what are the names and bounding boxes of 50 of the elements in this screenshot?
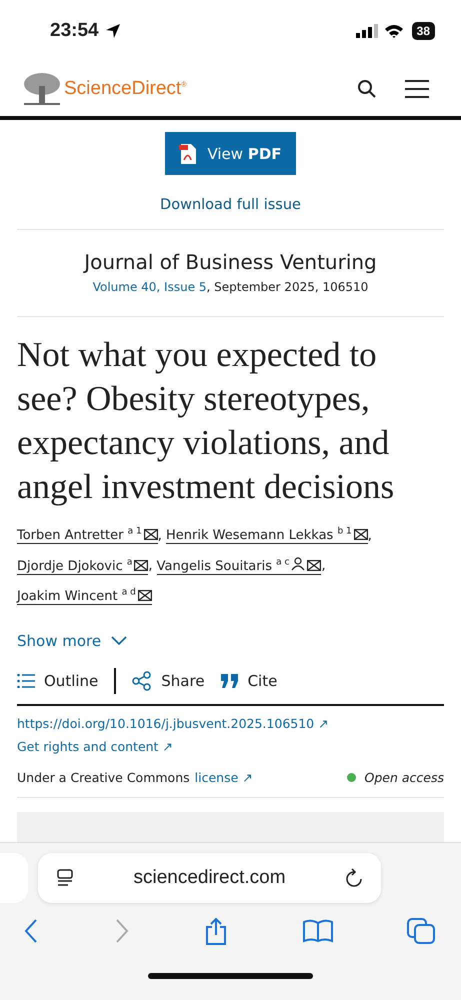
person-icon [291,556,306,571]
reader-icon [56,868,74,887]
cite-button[interactable]: Cite [220,672,278,690]
volume-link[interactable]: Volume 40, Issue 5 [92,280,207,294]
location-arrow-icon [104,23,121,39]
pdf-file-icon [179,142,198,164]
author-link[interactable]: Djordje Djokovic $^{a}$ [17,558,148,575]
email-icon [134,560,148,571]
download-issue-link[interactable]: Download full issue [160,197,301,213]
author-separator: , [158,528,162,544]
book-icon[interactable] [302,918,332,943]
list-icon [17,674,35,688]
author-separator: , [148,558,153,574]
tabs-icon[interactable] [407,918,435,944]
status-time: 23:54 [50,20,99,42]
author-separator: , [321,558,326,574]
email-icon [144,529,158,540]
doi-link[interactable]: https://doi.org/10.1016/j.jbusvent.2025.106510 ↗ [17,716,329,731]
journal-title[interactable]: Journal of Business Venturing [17,250,444,274]
address-bar[interactable]: sciencedirect.com [38,852,381,903]
show-more-link[interactable]: Show more [17,632,444,650]
author-link[interactable]: Torben Antretter $^{a 1}$ [17,528,158,544]
wifi-icon [384,24,404,38]
open-access-label: Open access [364,770,444,785]
signal-icon [356,24,378,38]
chevron-down-icon [111,636,128,646]
article-title: Not what you expected to see? Obesity stereotypes, expectancy violations, and angel investment decisions [17,334,396,508]
email-icon [354,529,368,540]
share-icon[interactable] [204,916,228,945]
email-icon [138,590,152,601]
tree-logo-icon [22,72,62,106]
share-icon [132,670,152,691]
issue-details: , September 2025, 106510 [206,280,368,294]
view-pdf-button[interactable]: View PDF [165,132,296,175]
author-separator: , [368,528,372,544]
share-button[interactable]: Share [132,670,205,691]
license-link[interactable]: license ↗ [194,770,253,785]
battery-level: 38 [412,22,435,40]
author-link[interactable]: Joakim Wincent $^{a d}$ [17,588,152,605]
license-text: Under a Creative Commons [17,770,190,785]
rights-link[interactable]: Get rights and content ↗ [17,738,173,754]
back-icon[interactable] [23,918,39,944]
email-icon [307,560,322,571]
author-link[interactable]: Henrik Wesemann Lekkas $^{b 1}$ [166,528,368,544]
author-link[interactable]: Vangelis Souitaris $^{a c}$ [156,558,322,575]
search-icon[interactable] [357,79,377,99]
quote-icon [220,674,239,688]
reload-icon[interactable] [345,868,363,888]
outline-button[interactable]: Outline [17,672,98,690]
menu-icon[interactable] [405,80,429,98]
